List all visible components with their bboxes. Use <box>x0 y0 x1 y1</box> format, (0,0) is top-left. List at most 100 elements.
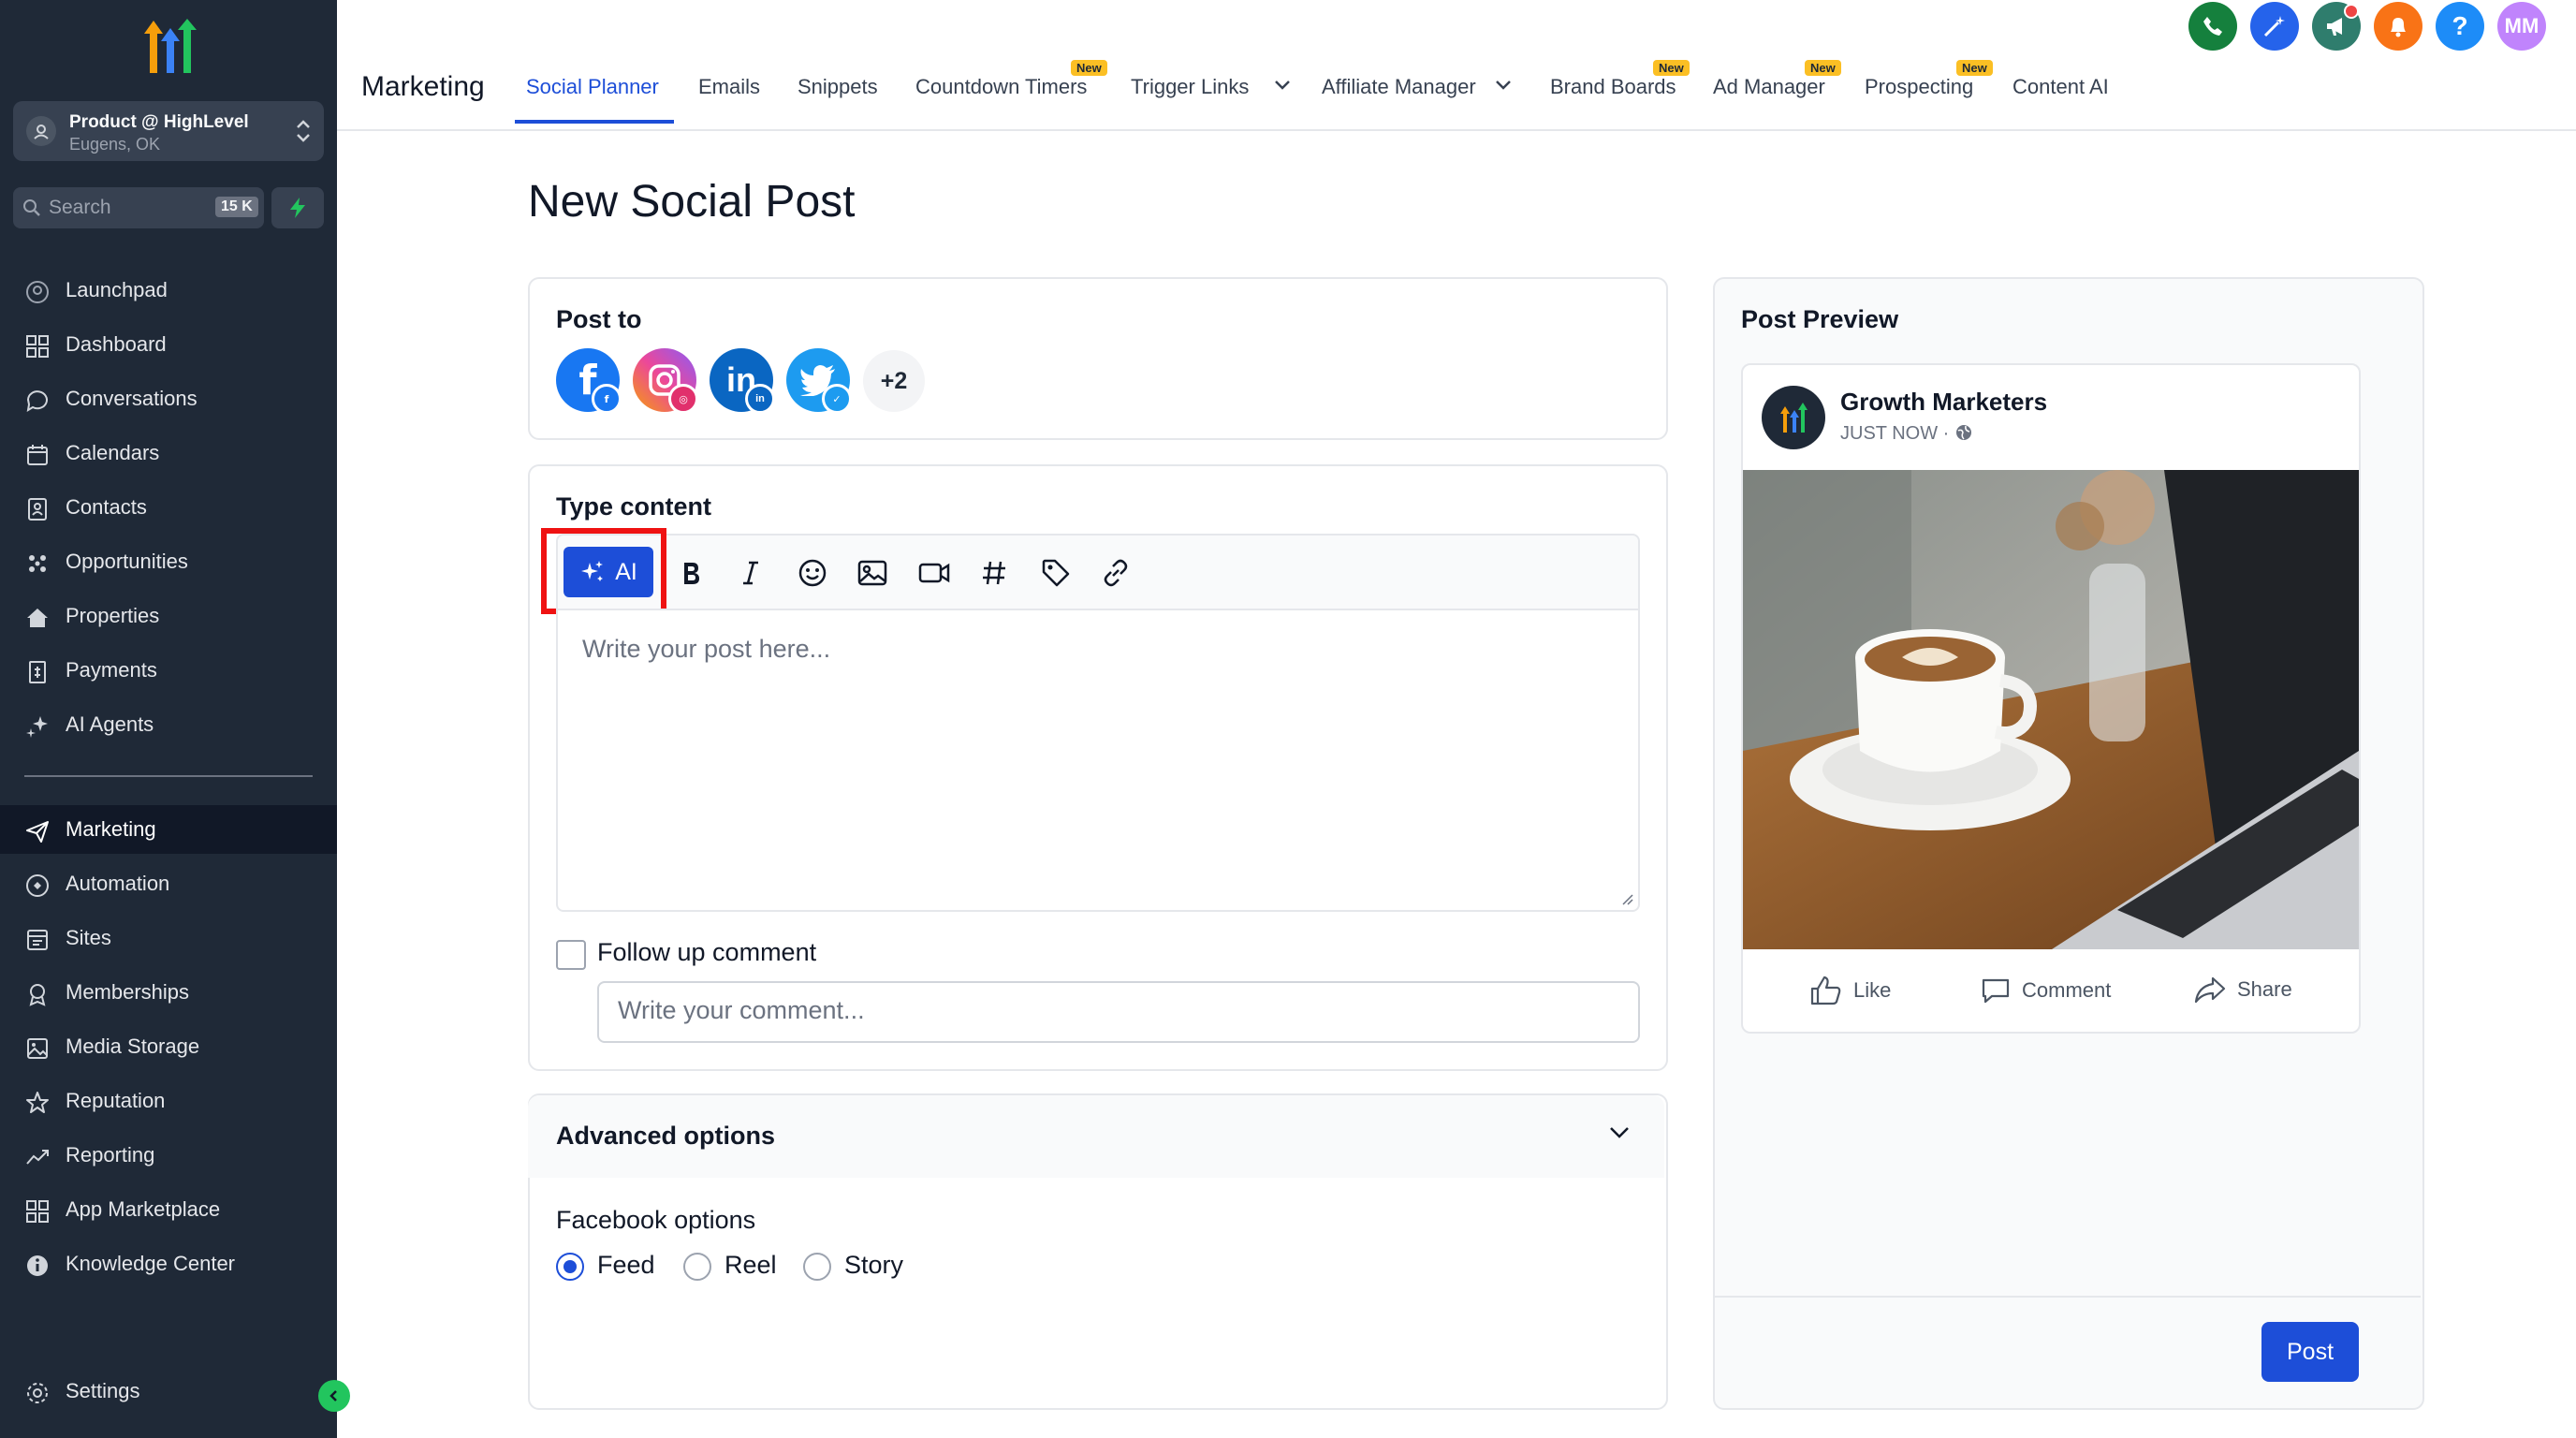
sidebar-search: Search 15 K <box>13 187 324 228</box>
bold-button[interactable] <box>674 556 708 590</box>
megaphone-icon <box>2327 18 2342 36</box>
tab-ad-manager[interactable]: Ad Manager <box>1713 75 1825 99</box>
tab-social-planner[interactable]: Social Planner <box>526 75 659 99</box>
tab-content-ai[interactable]: Content AI <box>2012 75 2109 99</box>
sidebar-item-properties[interactable]: Properties <box>0 592 337 640</box>
tab-affiliate-manager[interactable]: Affiliate Manager <box>1322 75 1476 99</box>
help-button[interactable]: ? <box>2436 2 2484 51</box>
preview-timestamp: JUST NOW · <box>1840 423 1973 445</box>
magic-wand-icon <box>2263 16 2285 37</box>
share-icon <box>2194 976 2226 1004</box>
sidebar-item-knowledge-center[interactable]: Knowledge Center <box>0 1240 337 1288</box>
phone-icon <box>2203 17 2222 36</box>
bold-icon <box>684 563 699 584</box>
more-accounts-button[interactable]: +2 <box>863 350 925 412</box>
hashtag-icon <box>983 561 1005 585</box>
account-switcher[interactable]: Product @ HighLevel Eugens, OK <box>13 101 324 161</box>
app-logo[interactable] <box>139 17 200 75</box>
post-button[interactable]: Post <box>2261 1322 2359 1382</box>
linkedin-account[interactable]: in in <box>710 348 775 414</box>
sidebar-item-launchpad[interactable]: Launchpad <box>0 266 337 315</box>
sidebar-item-label: Memberships <box>66 980 190 1004</box>
follow-up-checkbox[interactable] <box>556 940 586 970</box>
magic-button[interactable] <box>2250 2 2299 51</box>
sidebar-item-conversations[interactable]: Conversations <box>0 374 337 423</box>
sidebar-item-label: Launchpad <box>66 278 168 301</box>
sidebar-collapse-button[interactable] <box>318 1380 350 1412</box>
sidebar-item-memberships[interactable]: Memberships <box>0 968 337 1017</box>
sidebar-item-ai-agents[interactable]: AI Agents <box>0 700 337 749</box>
sidebar: Product @ HighLevel Eugens, OK Search 15… <box>0 0 337 1438</box>
avatar[interactable]: MM <box>2497 2 2546 51</box>
tab-snippets[interactable]: Snippets <box>798 75 878 99</box>
sidebar-item-calendars[interactable]: Calendars <box>0 429 337 477</box>
preview-footer-divider <box>1715 1296 2421 1298</box>
sidebar-item-reporting[interactable]: Reporting <box>0 1131 337 1180</box>
sidebar-item-payments[interactable]: Payments <box>0 646 337 695</box>
tab-countdown-timers[interactable]: Countdown Timers <box>915 75 1087 99</box>
new-badge: New <box>1956 60 1993 76</box>
twitter-account[interactable]: ✓ <box>786 348 852 414</box>
sidebar-item-contacts[interactable]: Contacts <box>0 483 337 532</box>
sidebar-item-opportunities[interactable]: Opportunities <box>0 537 337 586</box>
comment-input[interactable]: Write your comment... <box>597 981 1640 1043</box>
quick-action-button[interactable] <box>271 187 324 228</box>
contacts-icon <box>24 496 51 522</box>
preview-post: Growth Marketers JUST NOW · Like Comment… <box>1741 363 2361 1034</box>
radio-reel-label: Reel <box>724 1251 777 1279</box>
emoji-button[interactable] <box>796 556 829 590</box>
radio-story[interactable] <box>803 1253 831 1281</box>
radio-reel[interactable] <box>683 1253 711 1281</box>
page-title: New Social Post <box>528 177 856 227</box>
italic-button[interactable] <box>734 556 768 590</box>
hashtag-button[interactable] <box>977 556 1011 590</box>
like-button[interactable]: Like <box>1810 976 1891 1005</box>
ai-button-highlight <box>541 528 666 614</box>
location-icon <box>26 116 56 146</box>
link-icon <box>1104 559 1128 587</box>
comment-icon <box>1982 978 2010 1004</box>
search-shortcut-badge: 15 K <box>215 197 258 217</box>
sidebar-item-settings[interactable]: Settings <box>0 1367 337 1416</box>
resize-handle-icon[interactable] <box>1621 893 1634 906</box>
instagram-account[interactable]: ◎ <box>633 348 698 414</box>
radio-feed[interactable] <box>556 1253 584 1281</box>
linkedin-badge-icon: in <box>745 384 775 414</box>
sidebar-item-dashboard[interactable]: Dashboard <box>0 320 337 369</box>
like-label: Like <box>1853 978 1892 1002</box>
notifications-button[interactable] <box>2374 2 2422 51</box>
automation-icon <box>24 873 51 899</box>
sidebar-item-marketing[interactable]: Marketing <box>0 805 337 854</box>
facebook-options-label: Facebook options <box>556 1206 756 1234</box>
tag-button[interactable] <box>1039 556 1073 590</box>
comment-button[interactable]: Comment <box>1981 976 2111 1005</box>
link-button[interactable] <box>1099 556 1133 590</box>
post-editor[interactable]: Write your post here... <box>556 609 1640 912</box>
advanced-options-label: Advanced options <box>556 1122 776 1150</box>
sidebar-item-automation[interactable]: Automation <box>0 859 337 908</box>
tab-prospecting[interactable]: Prospecting <box>1865 75 1973 99</box>
facebook-badge-icon: f <box>592 384 622 414</box>
instagram-badge-icon: ◎ <box>668 384 698 414</box>
search-input[interactable]: Search 15 K <box>13 187 264 228</box>
tab-emails[interactable]: Emails <box>698 75 760 99</box>
tab-trigger-links[interactable]: Trigger Links <box>1131 75 1249 99</box>
phone-button[interactable] <box>2188 2 2237 51</box>
new-badge: New <box>1071 60 1107 76</box>
image-button[interactable] <box>856 556 889 590</box>
follow-up-label: Follow up comment <box>597 938 817 966</box>
sidebar-item-label: Marketing <box>66 817 156 841</box>
opportunities-icon <box>24 550 51 577</box>
sidebar-item-sites[interactable]: Sites <box>0 914 337 962</box>
announcements-button[interactable] <box>2312 2 2361 51</box>
facebook-account[interactable]: f f <box>556 348 622 414</box>
share-button[interactable]: Share <box>2194 976 2292 1004</box>
sidebar-item-media-storage[interactable]: Media Storage <box>0 1022 337 1071</box>
advanced-options-header[interactable]: Advanced options <box>528 1095 1664 1178</box>
radio-story-label: Story <box>844 1251 904 1279</box>
video-icon <box>918 563 950 583</box>
sidebar-item-reputation[interactable]: Reputation <box>0 1077 337 1125</box>
sidebar-item-app-marketplace[interactable]: App Marketplace <box>0 1185 337 1234</box>
video-button[interactable] <box>917 556 951 590</box>
tab-brand-boards[interactable]: Brand Boards <box>1550 75 1676 99</box>
